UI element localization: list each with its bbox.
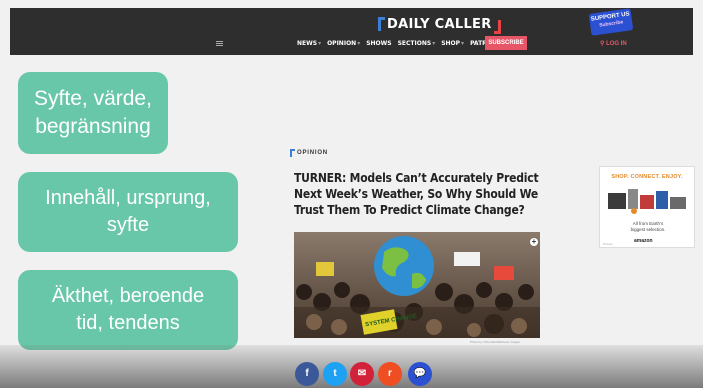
chevron-down-icon: ▾ (461, 40, 465, 47)
photo-caption: Photo by Chris Ratcliffe/Getty Images (470, 340, 520, 344)
ad-products-image (608, 189, 686, 214)
article-headline: TURNER: Models Can’t Accurately Predict … (294, 171, 539, 217)
expand-photo-icon[interactable]: + (530, 238, 538, 246)
hamburger-menu-icon[interactable] (216, 41, 223, 46)
main-nav: NEWS▾ OPINION▾ SHOWS SECTIONS▾ SHOP▾ PAT… (297, 40, 503, 47)
ad-copy: All from Earth’s biggest selection. (600, 221, 696, 232)
reddit-share-icon[interactable]: r (378, 362, 402, 386)
amazon-logo: amazon (634, 238, 653, 244)
nav-item-shows[interactable]: SHOWS (366, 40, 391, 47)
nav-item-opinion[interactable]: OPINION (327, 40, 356, 47)
logo-text: DAILY CALLER (387, 16, 492, 32)
nav-item-news[interactable]: NEWS (297, 40, 317, 47)
ad-privacy-label[interactable]: Privacy (603, 242, 613, 246)
chevron-down-icon: ▾ (432, 40, 436, 47)
section-bracket-icon (290, 149, 295, 157)
overlay-box-line: begränsning (35, 115, 151, 138)
nav-item-sections[interactable]: SECTIONS (398, 40, 432, 47)
logo-bracket-left (378, 17, 385, 31)
overlay-box-purpose: Syfte, värde, begränsning (18, 72, 168, 154)
login-link[interactable]: ⚲ LOG IN (600, 40, 627, 47)
comment-icon[interactable]: 💬 (408, 362, 432, 386)
facebook-share-icon[interactable]: f (295, 362, 319, 386)
ad-headline: SHOP. CONNECT. ENJOY. (611, 174, 683, 180)
chevron-down-icon: ▾ (357, 40, 361, 47)
login-label: LOG IN (606, 41, 627, 47)
ad-copy-line: biggest selection. (630, 226, 666, 232)
subscribe-button[interactable]: SUBSCRIBE (485, 36, 527, 50)
overlay-box-line: tid, tendens (76, 312, 180, 334)
overlay-box-line: Innehåll, ursprung, (45, 187, 211, 209)
overlay-box-line: Syfte, värde, (34, 86, 152, 110)
amazon-ad[interactable]: SHOP. CONNECT. ENJOY. All from Earth’s b… (599, 166, 695, 248)
crowd-photo: SYSTEM CHANGE (294, 232, 540, 338)
twitter-share-icon[interactable]: t (323, 362, 347, 386)
chevron-down-icon: ▾ (318, 40, 322, 47)
section-label[interactable]: OPINION (290, 149, 328, 157)
overlay-box-line: syfte (106, 214, 150, 236)
overlay-box-authenticity: Äkthet, beroende tid, tendens (18, 270, 238, 350)
overlay-box-content: Innehåll, ursprung, syfte (18, 172, 238, 252)
section-label-text: OPINION (297, 150, 328, 156)
support-us-badge[interactable]: SUPPORT US Subscribe (588, 8, 634, 36)
logo-bracket-right (493, 20, 501, 34)
email-share-icon[interactable]: ✉ (350, 362, 374, 386)
site-logo[interactable]: DAILY CALLER (378, 14, 501, 34)
nav-item-shop[interactable]: SHOP (441, 40, 460, 47)
overlay-box-line: Äkthet, beroende (51, 285, 205, 307)
article-photo[interactable]: SYSTEM CHANGE (294, 232, 540, 338)
site-header: DAILY CALLER SUPPORT US Subscribe NEWS ▾ … (10, 8, 693, 55)
